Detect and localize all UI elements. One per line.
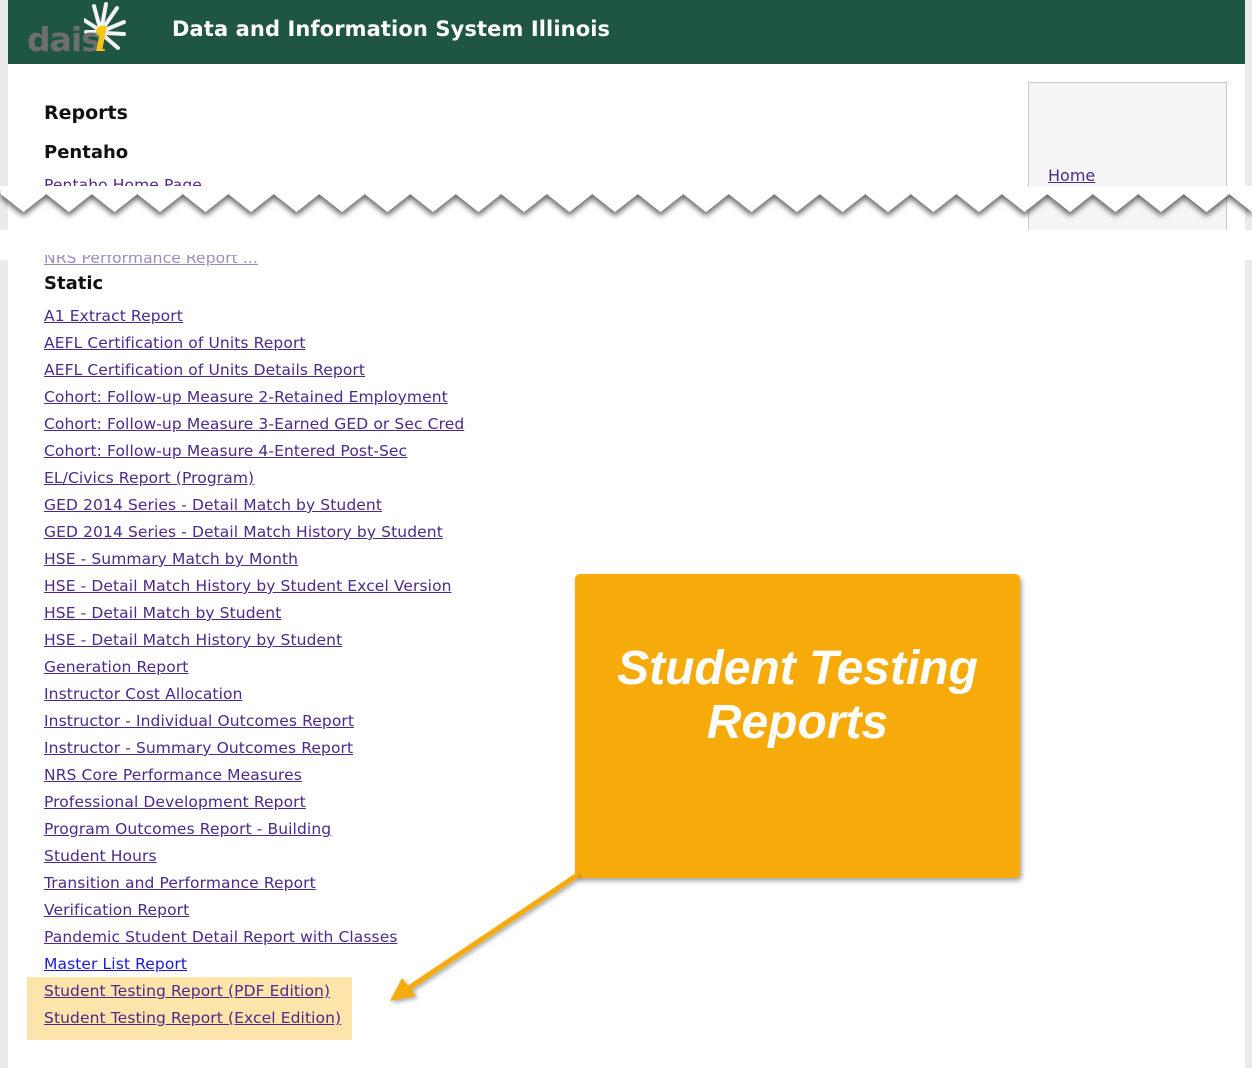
report-link[interactable]: EL/Civics Report (Program) xyxy=(44,469,254,487)
report-link[interactable]: Generation Report xyxy=(44,658,188,676)
report-link[interactable]: HSE - Summary Match by Month xyxy=(44,550,298,568)
report-link[interactable]: Cohort: Follow-up Measure 3-Earned GED o… xyxy=(44,415,464,433)
app-title: Data and Information System Illinois xyxy=(172,17,611,41)
report-link[interactable]: Master List Report xyxy=(44,955,187,973)
header-bar: dais i Data and Information System Illin… xyxy=(8,0,1245,64)
section-heading-static: Static xyxy=(44,273,104,294)
callout-text: Student Testing Reports xyxy=(617,642,978,750)
logo-text: dais xyxy=(27,20,101,59)
report-link[interactable]: Verification Report xyxy=(44,901,189,919)
report-link[interactable]: HSE - Detail Match by Student xyxy=(44,604,281,622)
report-link[interactable]: Pandemic Student Detail Report with Clas… xyxy=(44,928,398,946)
report-link[interactable]: Cohort: Follow-up Measure 4-Entered Post… xyxy=(44,442,407,460)
callout-line-1: Student Testing xyxy=(617,642,978,695)
page-title: Reports xyxy=(44,102,128,124)
report-link[interactable]: Instructor - Individual Outcomes Report xyxy=(44,712,354,730)
report-link[interactable]: Student Testing Report (Excel Edition) xyxy=(44,1009,341,1027)
report-link[interactable]: Student Hours xyxy=(44,847,157,865)
report-link[interactable]: Cohort: Follow-up Measure 2-Retained Emp… xyxy=(44,388,448,406)
report-link[interactable]: GED 2014 Series - Detail Match History b… xyxy=(44,523,443,541)
section-heading-pentaho: Pentaho xyxy=(44,142,129,163)
daisi-logo[interactable]: dais i xyxy=(26,2,138,60)
report-link[interactable]: GED 2014 Series - Detail Match by Studen… xyxy=(44,496,382,514)
sidebar-item-home[interactable]: Home xyxy=(1048,166,1095,185)
report-link[interactable]: NRS Core Performance Measures xyxy=(44,766,302,784)
callout-box: Student Testing Reports xyxy=(575,574,1020,878)
report-link[interactable]: HSE - Detail Match History by Student xyxy=(44,631,342,649)
report-link[interactable]: Professional Development Report xyxy=(44,793,306,811)
report-link[interactable]: AEFL Certification of Units Details Repo… xyxy=(44,361,365,379)
report-link[interactable]: AEFL Certification of Units Report xyxy=(44,334,306,352)
report-link[interactable]: Transition and Performance Report xyxy=(44,874,316,892)
callout-line-2: Reports xyxy=(706,696,889,749)
callout-arrow-icon xyxy=(390,873,579,1001)
report-link[interactable]: Program Outcomes Report - Building xyxy=(44,820,331,838)
report-link[interactable]: A1 Extract Report xyxy=(44,307,183,325)
report-link[interactable]: Instructor - Summary Outcomes Report xyxy=(44,739,353,757)
report-link[interactable]: Instructor Cost Allocation xyxy=(44,685,243,703)
logo-i: i xyxy=(95,20,108,60)
report-link-truncated[interactable]: NRS Performance Report ... xyxy=(44,255,258,267)
report-link[interactable]: HSE - Detail Match History by Student Ex… xyxy=(44,577,452,595)
report-link[interactable]: Student Testing Report (PDF Edition) xyxy=(44,982,330,1000)
